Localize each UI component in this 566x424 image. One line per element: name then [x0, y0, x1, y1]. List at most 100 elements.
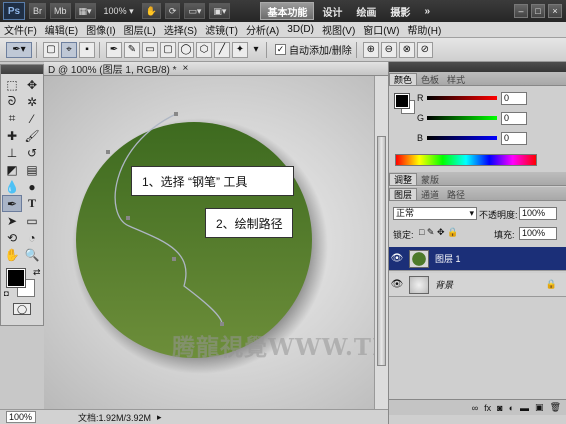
tab-layers[interactable]: 图层 — [389, 188, 418, 200]
pen-tool-option-icon[interactable]: ✒ — [106, 41, 122, 58]
tools-panel-header[interactable] — [1, 65, 43, 74]
menu-layer[interactable]: 图层(L) — [120, 22, 160, 38]
marquee-tool-icon[interactable]: ⬚ — [2, 76, 22, 93]
path-selection-tool-icon[interactable]: ➤ — [2, 212, 22, 229]
fill-field[interactable]: 100% — [519, 227, 557, 240]
hand-button[interactable]: ✋ — [141, 3, 161, 19]
menu-window[interactable]: 窗口(W) — [359, 22, 403, 38]
view-extras-button[interactable]: ▦▾ — [74, 3, 96, 19]
menu-image[interactable]: 图像(I) — [82, 22, 119, 38]
lasso-tool-icon[interactable]: ᘐ — [2, 93, 22, 110]
tool-preset-picker[interactable]: ✒▾ — [6, 41, 32, 58]
anchor-point[interactable] — [126, 216, 130, 220]
paths-mode-button[interactable]: ⌖ — [61, 41, 77, 58]
status-arrow-icon[interactable]: ▸ — [157, 412, 162, 423]
workspace-design[interactable]: 设计 — [316, 2, 348, 20]
workspace-photography[interactable]: 摄影 — [384, 2, 416, 20]
anchor-point[interactable] — [220, 322, 224, 326]
tab-paths[interactable]: 路径 — [443, 188, 469, 200]
close-tab-icon[interactable]: × — [183, 63, 189, 74]
tab-channels[interactable]: 通道 — [417, 188, 443, 200]
history-brush-tool-icon[interactable]: ↺ — [22, 144, 42, 161]
freeform-pen-option-icon[interactable]: ✎ — [124, 41, 140, 58]
menu-select[interactable]: 选择(S) — [160, 22, 201, 38]
blue-value[interactable]: 0 — [501, 131, 527, 145]
eyedropper-tool-icon[interactable]: ⁄ — [22, 110, 42, 127]
scrollbar-thumb[interactable] — [377, 136, 386, 366]
path-combine-intersect-button[interactable]: ⊗ — [398, 41, 415, 58]
tab-color[interactable]: 颜色 — [389, 73, 418, 85]
geometry-options-button[interactable]: ▾ — [250, 42, 262, 58]
add-mask-icon[interactable]: ◙ — [497, 403, 502, 413]
spot-healing-tool-icon[interactable]: ✚ — [2, 127, 22, 144]
arrange-documents-button[interactable]: ▭▾ — [184, 3, 206, 19]
menu-help[interactable]: 帮助(H) — [403, 22, 445, 38]
delete-layer-icon[interactable]: 🗑 — [550, 402, 561, 413]
anchor-point[interactable] — [174, 112, 178, 116]
move-tool-icon[interactable]: ✥ — [22, 76, 42, 93]
workspace-painting[interactable]: 绘画 — [350, 2, 382, 20]
workspace-essentials[interactable]: 基本功能 — [260, 2, 315, 20]
status-zoom-field[interactable]: 100% — [6, 411, 36, 423]
layer-row-background[interactable]: 👁 背景 🔒 — [389, 273, 566, 297]
opacity-field[interactable]: 100% — [519, 207, 557, 220]
rotate-view-button[interactable]: ⟳ — [164, 3, 181, 19]
lock-icons[interactable]: □ ✎ ✥ 🔒 — [419, 227, 458, 238]
color-panel-fg-swatch[interactable] — [394, 93, 410, 109]
blend-mode-select[interactable]: 正常 ▾ — [393, 207, 477, 220]
swap-colors-icon[interactable]: ⇄ — [33, 267, 41, 278]
polygon-shape-icon[interactable]: ⬡ — [196, 41, 212, 58]
line-shape-icon[interactable]: ╱ — [214, 41, 230, 58]
3d-orbit-tool-icon[interactable]: ◔ — [22, 229, 42, 246]
tab-masks[interactable]: 蒙版 — [417, 173, 443, 185]
zoom-tool-icon[interactable]: 🔍 — [22, 246, 42, 263]
minimize-button[interactable]: – — [514, 4, 528, 18]
tab-styles[interactable]: 样式 — [443, 73, 469, 85]
mini-bridge-button[interactable]: Mb — [50, 3, 71, 19]
custom-shape-icon[interactable]: ✦ — [232, 41, 248, 58]
3d-rotate-tool-icon[interactable]: ⟲ — [2, 229, 22, 246]
hand-tool-icon[interactable]: ✋ — [2, 246, 22, 263]
clone-stamp-tool-icon[interactable]: ⊥ — [2, 144, 22, 161]
crop-tool-icon[interactable]: ⌗ — [2, 110, 22, 127]
layer-row-layer1[interactable]: 👁 图层 1 — [389, 247, 566, 271]
tab-swatches[interactable]: 色板 — [417, 73, 443, 85]
color-spectrum-bar[interactable] — [395, 154, 537, 166]
more-workspaces[interactable]: » — [418, 2, 436, 20]
adjustment-layer-icon[interactable]: ◐ — [509, 403, 514, 413]
canvas-area[interactable]: 1、选择 “钢笔” 工具 2、绘制路径 腾龍視覺WWW.TLVI.NET — [44, 76, 374, 409]
anchor-point[interactable] — [106, 150, 110, 154]
type-tool-icon[interactable]: T — [22, 195, 42, 212]
maximize-button[interactable]: □ — [531, 4, 545, 18]
dodge-tool-icon[interactable]: ● — [22, 178, 42, 195]
green-slider[interactable] — [427, 116, 497, 120]
vertical-scrollbar[interactable] — [374, 76, 388, 409]
visibility-eye-icon[interactable]: 👁 — [389, 253, 405, 264]
new-group-icon[interactable]: ▬ — [520, 403, 529, 413]
rectangle-shape-icon[interactable]: ▭ — [142, 41, 158, 58]
red-value[interactable]: 0 — [501, 91, 527, 105]
blue-slider[interactable] — [427, 136, 497, 140]
anchor-point[interactable] — [172, 257, 176, 261]
menu-3d[interactable]: 3D(D) — [283, 22, 318, 38]
rounded-rectangle-shape-icon[interactable]: ▢ — [160, 41, 176, 58]
menu-view[interactable]: 视图(V) — [318, 22, 359, 38]
menu-analysis[interactable]: 分析(A) — [242, 22, 283, 38]
gradient-tool-icon[interactable]: ▤ — [22, 161, 42, 178]
default-colors-icon[interactable]: ◘ — [4, 289, 9, 298]
auto-add-delete-checkbox[interactable]: ✓ — [275, 44, 286, 55]
quick-mask-button[interactable]: ◯ — [13, 303, 31, 315]
document-tab[interactable]: D @ 100% (图层 1, RGB/8) * × — [44, 62, 388, 76]
menu-file[interactable]: 文件(F) — [0, 22, 41, 38]
layer-style-icon[interactable]: fx — [484, 403, 491, 413]
path-combine-subtract-button[interactable]: ⊖ — [380, 41, 397, 58]
close-button[interactable]: × — [548, 4, 562, 18]
eraser-tool-icon[interactable]: ◩ — [2, 161, 22, 178]
pen-tool-icon[interactable]: ✒ — [2, 195, 22, 212]
path-combine-exclude-button[interactable]: ⊘ — [416, 41, 433, 58]
screen-mode-button[interactable]: ▣▾ — [209, 3, 231, 19]
menu-filter[interactable]: 滤镜(T) — [201, 22, 242, 38]
menu-edit[interactable]: 编辑(E) — [41, 22, 82, 38]
magic-wand-tool-icon[interactable]: ✲ — [22, 93, 42, 110]
blur-tool-icon[interactable]: 💧 — [2, 178, 22, 195]
